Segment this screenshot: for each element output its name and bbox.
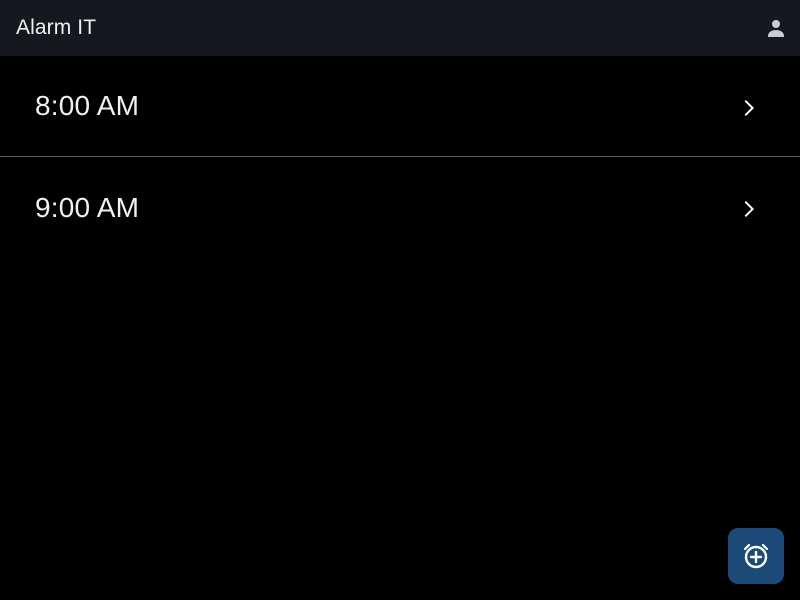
account-button[interactable]	[764, 16, 788, 40]
chevron-right-icon	[744, 100, 754, 116]
alarm-time: 9:00 AM	[35, 191, 140, 223]
alarm-time: 8:00 AM	[35, 90, 140, 121]
chevron-right-icon	[744, 201, 754, 217]
app-title: Alarm IT	[16, 16, 97, 39]
alarm-list: 8:00 AM 9:00 AM	[0, 56, 800, 258]
person-icon	[768, 20, 784, 37]
alarm-add-icon	[743, 543, 769, 569]
alarm-app: Alarm IT 8:00 AM 9:00 AM	[0, 0, 800, 600]
add-alarm-button[interactable]	[728, 528, 784, 584]
alarm-list-item[interactable]: 9:00 AM	[0, 157, 800, 258]
alarm-list-item[interactable]: 8:00 AM	[0, 56, 800, 157]
top-app-bar: Alarm IT	[0, 0, 800, 56]
